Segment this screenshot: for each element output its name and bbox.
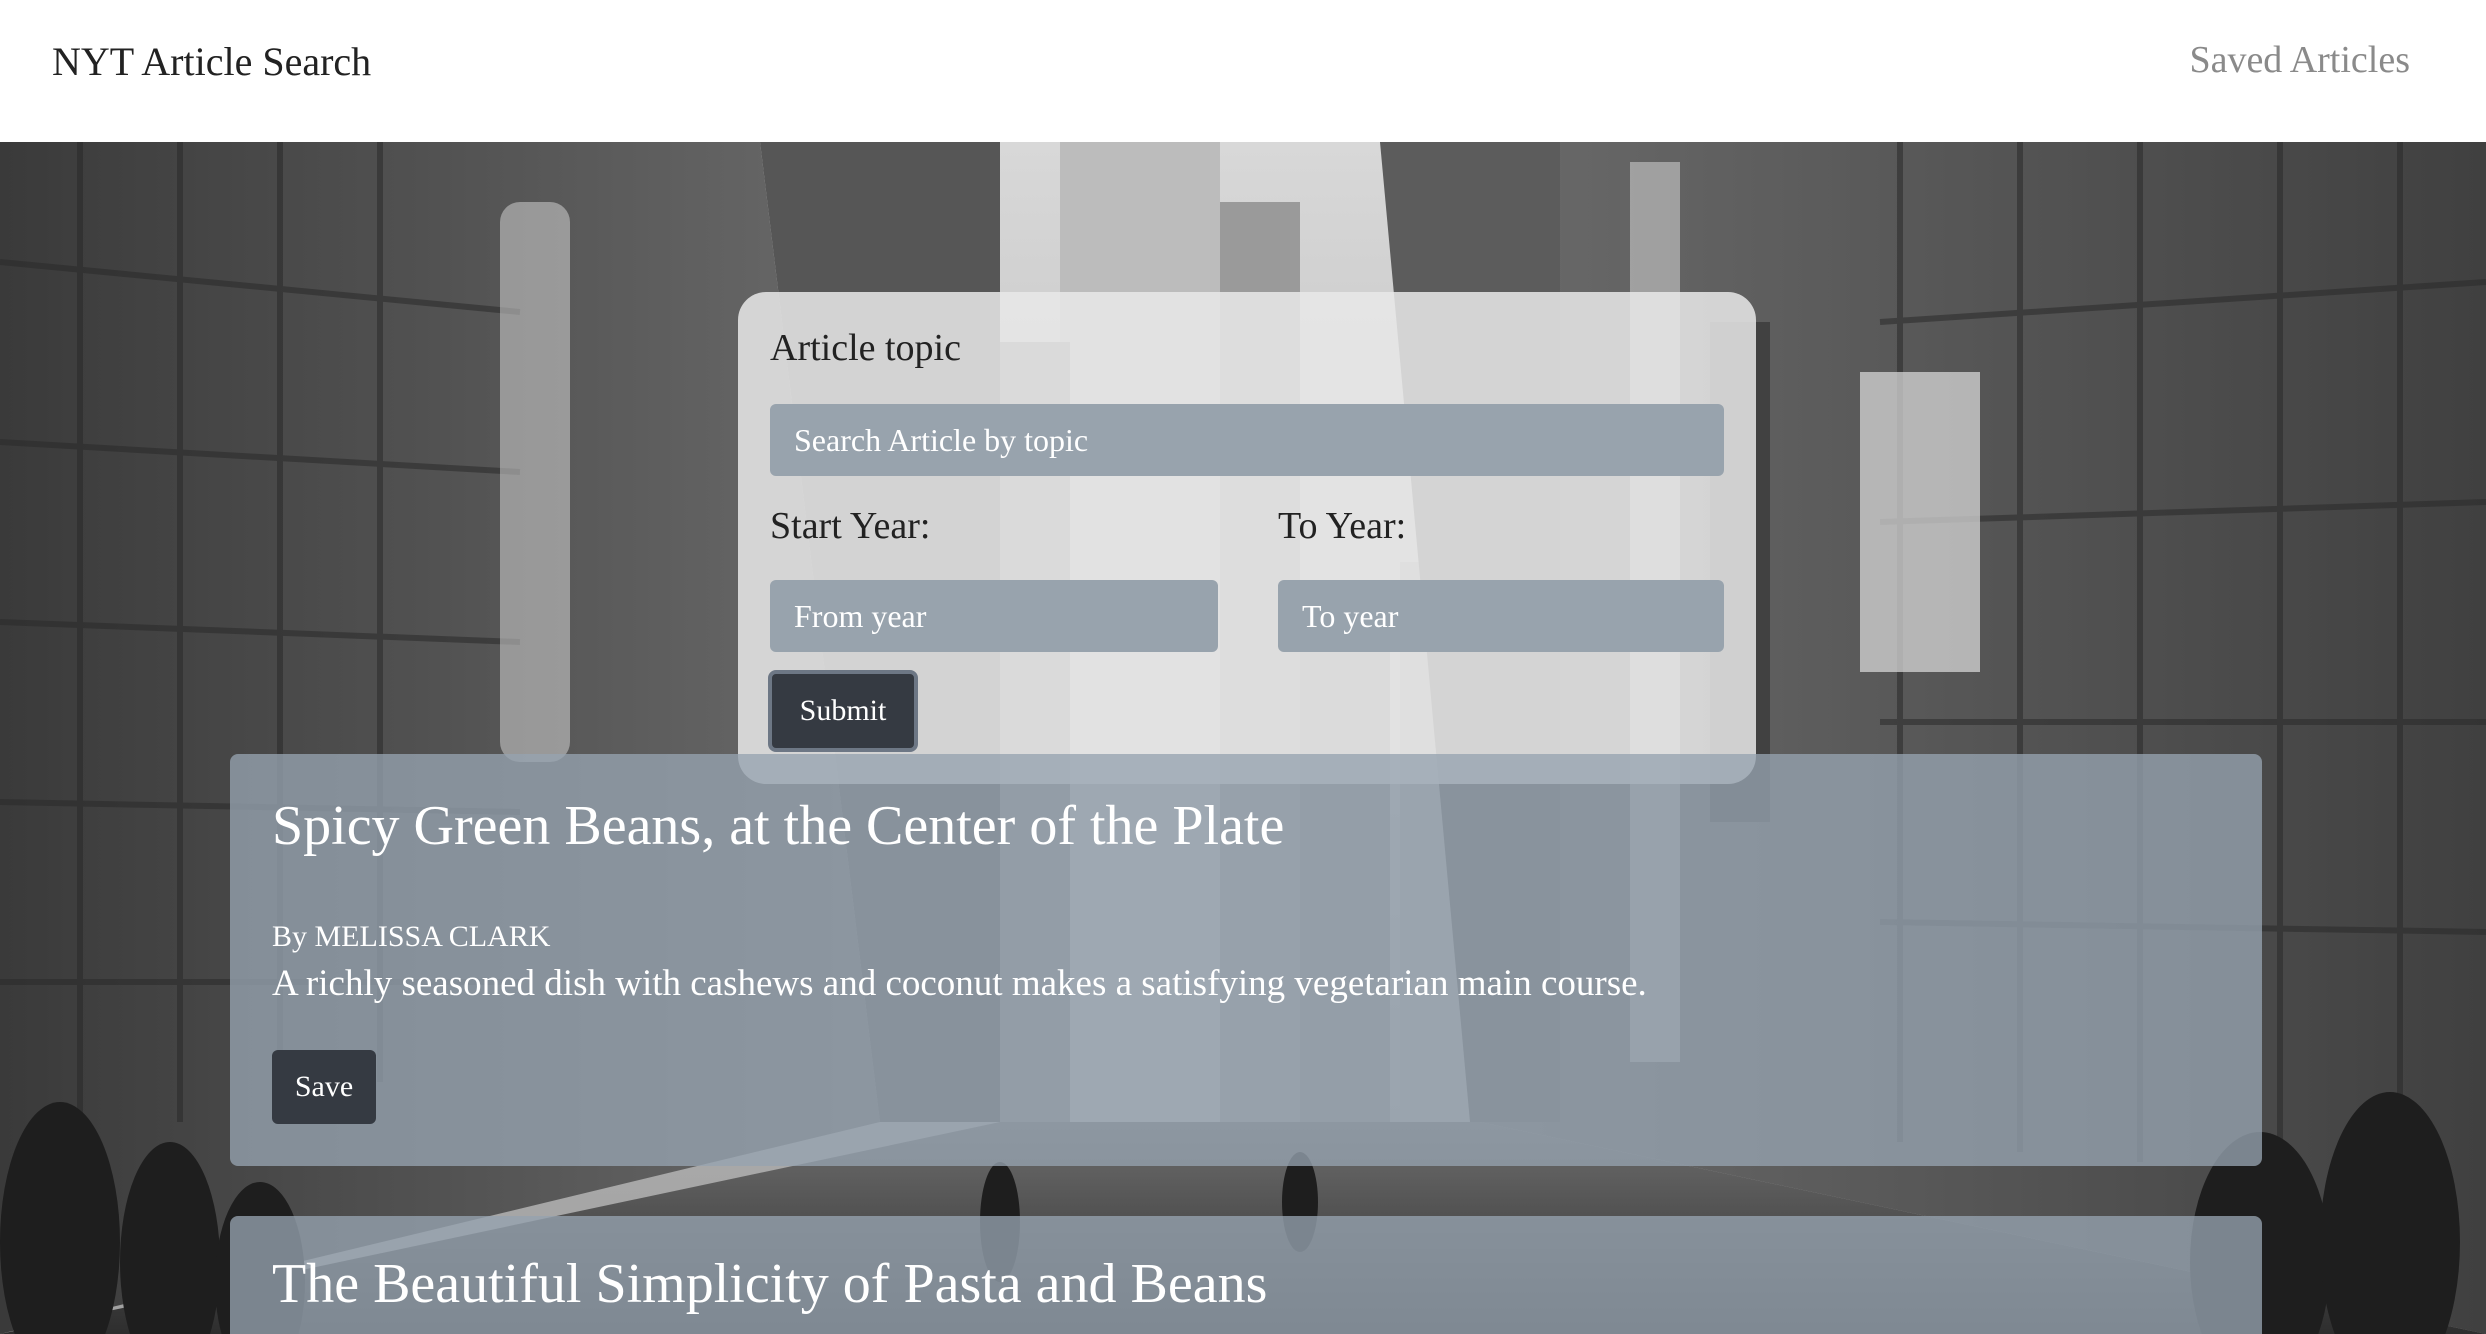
save-article-button[interactable]: Save: [272, 1050, 376, 1124]
end-year-input[interactable]: [1278, 580, 1724, 652]
article-card: Spicy Green Beans, at the Center of the …: [230, 754, 2262, 1166]
start-year-label: Start Year:: [770, 505, 931, 547]
article-card: The Beautiful Simplicity of Pasta and Be…: [230, 1216, 2262, 1334]
article-snippet: A richly seasoned dish with cashews and …: [272, 963, 1647, 1004]
article-byline: By MELISSA CLARK: [272, 920, 551, 953]
saved-articles-link[interactable]: Saved Articles: [2189, 38, 2410, 82]
submit-button[interactable]: Submit: [768, 670, 918, 752]
article-title: Spicy Green Beans, at the Center of the …: [272, 795, 1285, 857]
hero-background: Article topic Start Year: To Year: Submi…: [0, 142, 2486, 1334]
article-title: The Beautiful Simplicity of Pasta and Be…: [272, 1253, 1268, 1315]
start-year-input[interactable]: [770, 580, 1218, 652]
navbar: NYT Article Search Saved Articles: [0, 0, 2486, 142]
brand-title[interactable]: NYT Article Search: [52, 38, 371, 85]
article-topic-input[interactable]: [770, 404, 1724, 476]
article-topic-label: Article topic: [770, 327, 961, 369]
end-year-label: To Year:: [1278, 505, 1407, 547]
